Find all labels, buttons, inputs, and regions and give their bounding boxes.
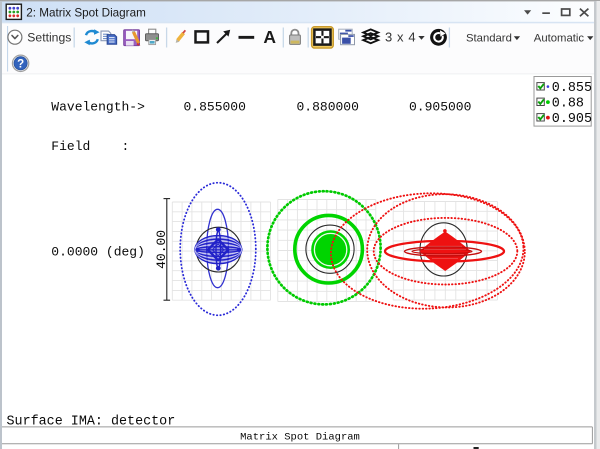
- svg-text:Matrix Spot Diagram: Matrix Spot Diagram: [240, 431, 360, 443]
- svg-text:2: Matrix Spot Diagram: 2: Matrix Spot Diagram: [26, 6, 146, 19]
- svg-text:0.880000: 0.880000: [297, 99, 359, 114]
- svg-text:0.905000: 0.905000: [409, 99, 471, 114]
- svg-text:0.855000: 0.855000: [184, 99, 246, 114]
- svg-text:?: ?: [17, 59, 24, 71]
- svg-text:Settings: Settings: [27, 31, 71, 45]
- svg-text:Wavelength->: Wavelength->: [51, 99, 145, 114]
- svg-text:Automatic: Automatic: [534, 33, 585, 45]
- svg-text:0.855: 0.855: [552, 81, 592, 96]
- svg-text:A: A: [263, 27, 276, 47]
- svg-text:Standard: Standard: [466, 33, 512, 45]
- svg-text:3 x 4: 3 x 4: [385, 30, 416, 45]
- svg-text:0.905: 0.905: [552, 112, 592, 127]
- svg-text:0.88: 0.88: [552, 96, 584, 111]
- svg-text:0.0000 (deg): 0.0000 (deg): [51, 245, 145, 260]
- svg-text:40.00: 40.00: [154, 230, 169, 269]
- svg-text:Field :: Field :: [51, 139, 129, 154]
